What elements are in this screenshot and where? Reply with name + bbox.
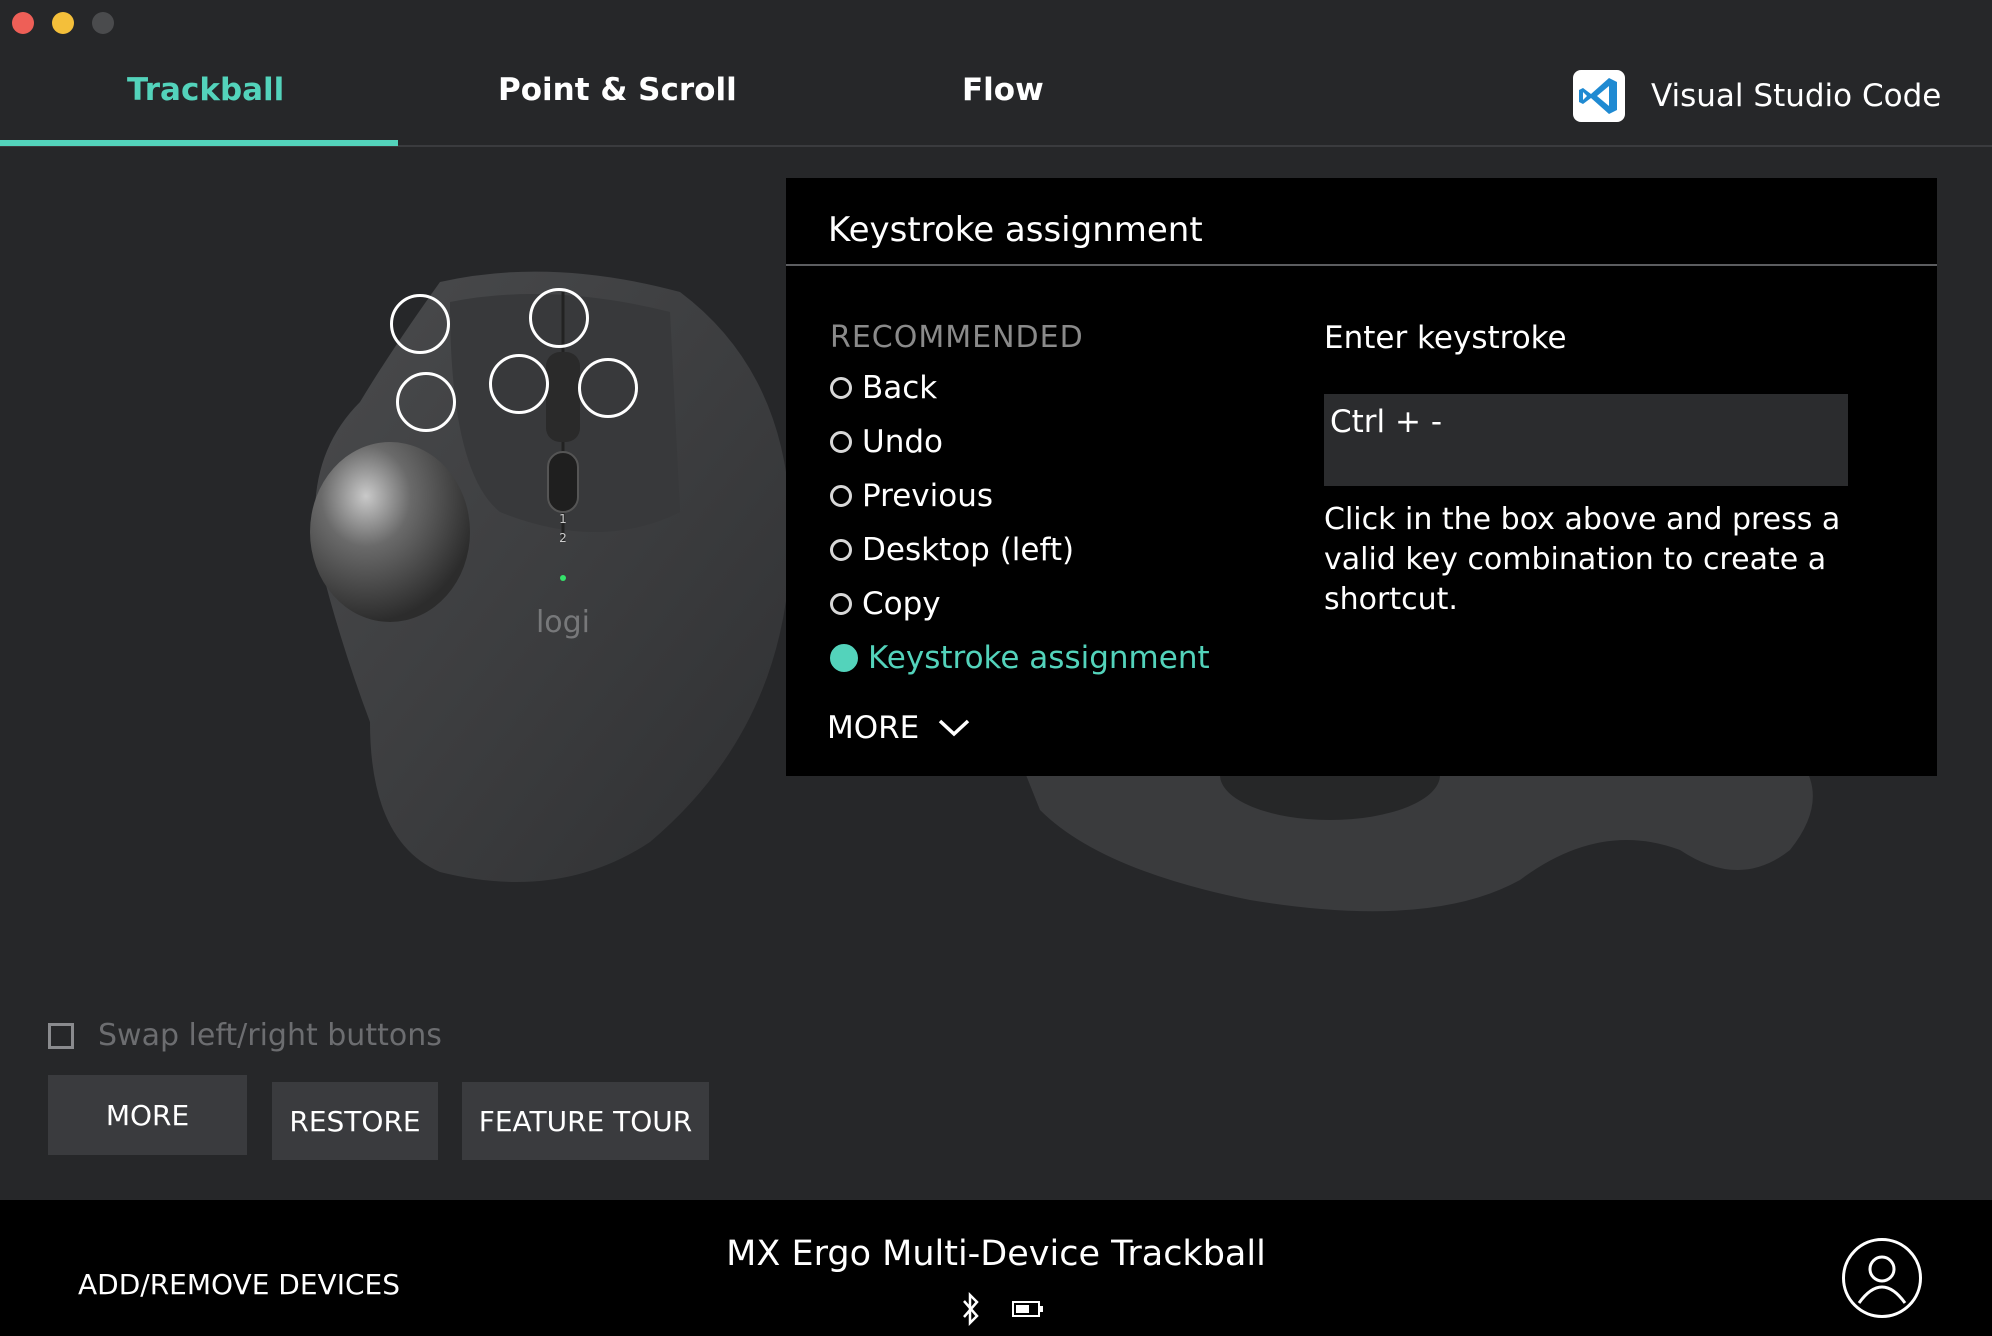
button-hotspot-back[interactable]	[396, 372, 456, 432]
application-name[interactable]: Visual Studio Code	[1651, 78, 1941, 114]
dpi-label-2: 2	[559, 531, 567, 545]
option-undo[interactable]: Undo	[830, 422, 943, 462]
enter-keystroke-label: Enter keystroke	[1324, 320, 1567, 356]
button-hotspot-forward[interactable]	[390, 294, 450, 354]
vscode-icon[interactable]	[1573, 70, 1625, 122]
more-label: MORE	[827, 710, 920, 746]
trackball-side-view-image	[1000, 730, 1830, 920]
minimize-window-button[interactable]	[52, 12, 74, 34]
swap-label: Swap left/right buttons	[98, 1018, 442, 1053]
option-label: Copy	[862, 586, 941, 622]
keystroke-value: Ctrl + -	[1330, 404, 1443, 440]
radio-selected-icon	[830, 644, 858, 672]
tab-point-scroll[interactable]: Point & Scroll	[498, 72, 737, 108]
device-name[interactable]: MX Ergo Multi-Device Trackball	[0, 1234, 1992, 1274]
zoom-window-button[interactable]	[92, 12, 114, 34]
option-label: Back	[862, 370, 938, 406]
keystroke-help-text: Click in the box above and press a valid…	[1324, 502, 1841, 617]
option-label: Previous	[862, 478, 994, 514]
option-back[interactable]: Back	[830, 368, 937, 408]
close-window-button[interactable]	[12, 12, 34, 34]
tab-flow[interactable]: Flow	[962, 72, 1044, 108]
more-options-button[interactable]: MORE	[827, 710, 971, 746]
tab-trackball[interactable]: Trackball	[127, 72, 284, 108]
swap-checkbox[interactable]	[48, 1022, 74, 1049]
chevron-down-icon	[939, 719, 970, 737]
radio-icon	[830, 593, 852, 615]
option-label: Keystroke assignment	[868, 640, 1210, 676]
restore-button[interactable]: RESTORE	[272, 1082, 438, 1160]
option-previous[interactable]: Previous	[830, 476, 993, 516]
bluetooth-icon	[963, 1292, 979, 1326]
more-button[interactable]: MORE	[48, 1075, 247, 1155]
radio-icon	[830, 485, 852, 507]
button-hotspot-middle[interactable]	[529, 288, 589, 348]
swap-buttons-option[interactable]: Swap left/right buttons	[48, 1018, 442, 1053]
trackball-top-view-image: logi 1 2	[300, 262, 800, 897]
button-hotspot-scroll-right[interactable]	[578, 358, 638, 418]
option-keystroke-assignment[interactable]: Keystroke assignment	[830, 638, 1210, 678]
account-icon[interactable]	[1842, 1238, 1922, 1318]
recommended-header: RECOMMENDED	[830, 320, 1084, 355]
dpi-label-1: 1	[559, 512, 567, 526]
panel-title: Keystroke assignment	[828, 210, 1203, 250]
option-label: Desktop (left)	[862, 532, 1075, 568]
keystroke-input[interactable]: Ctrl + -	[1324, 394, 1848, 486]
keystroke-assignment-panel: Keystroke assignment RECOMMENDED Back Un…	[786, 178, 1937, 776]
footer-bar: ADD/REMOVE DEVICES MX Ergo Multi-Device …	[0, 1200, 1992, 1336]
active-tab-indicator	[0, 140, 398, 146]
battery-icon	[1012, 1301, 1043, 1317]
radio-icon	[830, 539, 852, 561]
option-label: Undo	[862, 424, 943, 460]
option-copy[interactable]: Copy	[830, 584, 941, 624]
radio-icon	[830, 431, 852, 453]
button-hotspot-scroll-left[interactable]	[489, 354, 549, 414]
panel-divider	[786, 264, 1937, 266]
radio-icon	[830, 377, 852, 399]
option-desktop-left[interactable]: Desktop (left)	[830, 530, 1074, 570]
logi-logo: logi	[536, 605, 590, 640]
feature-tour-button[interactable]: FEATURE TOUR	[462, 1082, 709, 1160]
